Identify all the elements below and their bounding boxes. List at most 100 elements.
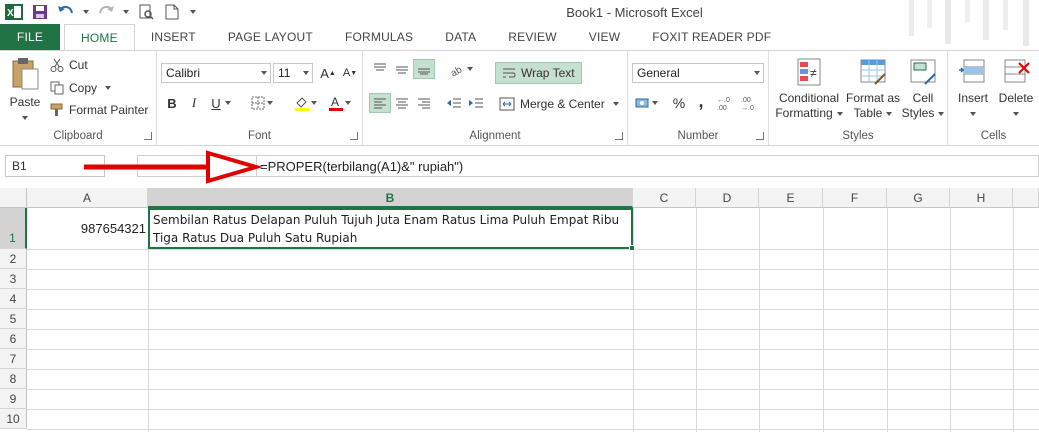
wrap-text-button[interactable]: Wrap Text xyxy=(495,62,582,84)
decrease-font-size-icon[interactable]: A ▼ xyxy=(339,63,361,83)
cell-styles-button[interactable]: Cell Styles xyxy=(901,57,945,121)
column-header-i[interactable] xyxy=(1013,188,1039,208)
merge-center-label: Merge & Center xyxy=(520,97,605,111)
middle-align-icon[interactable] xyxy=(391,59,413,79)
row-header-7[interactable]: 7 xyxy=(0,349,27,369)
italic-button[interactable]: I xyxy=(183,93,205,113)
formula-input[interactable]: =PROPER(terbilang(A1)&" rupiah") xyxy=(252,155,1039,177)
orientation-dropdown-icon[interactable] xyxy=(465,59,475,79)
column-header-h[interactable]: H xyxy=(950,188,1013,208)
format-as-table-button[interactable]: Format as Table xyxy=(845,57,901,121)
gridline xyxy=(1013,208,1014,432)
cut-button[interactable]: Cut xyxy=(50,58,88,72)
font-size-select[interactable]: 11 xyxy=(273,63,313,83)
tab-view[interactable]: VIEW xyxy=(573,24,636,50)
paste-button[interactable]: Paste xyxy=(6,57,44,120)
scissors-icon xyxy=(50,58,64,72)
delete-cells-button[interactable]: Delete xyxy=(994,57,1038,121)
fill-handle[interactable] xyxy=(629,245,635,251)
delete-cells-label: Delete xyxy=(998,91,1034,105)
row-header-8[interactable]: 8 xyxy=(0,369,27,389)
alignment-launcher-icon[interactable] xyxy=(615,132,623,140)
svg-text:ab: ab xyxy=(449,64,464,76)
tab-data[interactable]: DATA xyxy=(429,24,492,50)
align-center-icon[interactable] xyxy=(391,93,413,113)
format-as-table-label-1: Format as xyxy=(845,91,900,105)
column-header-a[interactable]: A xyxy=(27,188,148,208)
delete-cells-dropdown-icon[interactable] xyxy=(994,106,1038,121)
percent-style-button[interactable]: % xyxy=(668,93,690,113)
conditional-formatting-label-row: Formatting xyxy=(773,106,845,121)
cells-group: Insert Delete Cells xyxy=(948,51,1039,145)
decrease-indent-icon[interactable] xyxy=(443,93,465,113)
underline-dropdown-icon[interactable] xyxy=(223,93,233,113)
row-header-10[interactable]: 10 xyxy=(0,409,27,429)
row-header-4[interactable]: 4 xyxy=(0,289,27,309)
accounting-dropdown-icon[interactable] xyxy=(650,93,660,113)
font-name-select[interactable]: Calibri xyxy=(161,63,271,83)
svg-text:≠: ≠ xyxy=(810,66,817,80)
row-header-1[interactable]: 1 xyxy=(0,208,27,249)
increase-font-size-icon[interactable]: A ▲ xyxy=(317,63,339,83)
svg-text:A: A xyxy=(331,95,339,109)
borders-dropdown-icon[interactable] xyxy=(265,93,275,113)
increase-decimal-icon[interactable]: ←.0.00 xyxy=(716,93,738,113)
format-painter-button[interactable]: Format Painter xyxy=(50,103,148,117)
row-header-3[interactable]: 3 xyxy=(0,269,27,289)
font-launcher-icon[interactable] xyxy=(350,132,358,140)
column-header-g[interactable]: G xyxy=(887,188,950,208)
merge-center-dropdown-icon[interactable] xyxy=(612,102,619,106)
column-header-d[interactable]: D xyxy=(696,188,759,208)
conditional-formatting-label-1: Conditional xyxy=(778,91,840,105)
tab-foxit-reader-pdf[interactable]: FOXIT READER PDF xyxy=(636,24,787,50)
font-color-dropdown-icon[interactable] xyxy=(343,93,353,113)
paste-icon xyxy=(12,58,39,90)
bottom-align-icon[interactable] xyxy=(413,59,435,79)
column-header-f[interactable]: F xyxy=(823,188,887,208)
column-header-e[interactable]: E xyxy=(759,188,823,208)
cell-styles-icon xyxy=(910,59,936,85)
comma-style-button[interactable]: , xyxy=(690,91,712,111)
clipboard-launcher-icon[interactable] xyxy=(144,132,152,140)
tab-file[interactable]: FILE xyxy=(0,24,60,50)
merge-center-button[interactable]: Merge & Center xyxy=(499,94,619,114)
insert-cells-button[interactable]: Insert xyxy=(952,57,994,121)
window-title: Book1 - Microsoft Excel xyxy=(566,5,703,20)
cell-b1[interactable]: Sembilan Ratus Delapan Puluh Tujuh Juta … xyxy=(148,208,633,249)
fill-color-dropdown-icon[interactable] xyxy=(309,93,319,113)
tab-review[interactable]: REVIEW xyxy=(492,24,573,50)
number-group-label: Number xyxy=(677,130,719,142)
column-header-b[interactable]: B xyxy=(148,188,633,208)
number-launcher-icon[interactable] xyxy=(756,132,764,140)
styles-group: ≠ Conditional Formatting Format as Table… xyxy=(769,51,948,145)
row-header-5[interactable]: 5 xyxy=(0,309,27,329)
cell-styles-label-1: Cell xyxy=(912,91,934,105)
insert-cells-dropdown-icon[interactable] xyxy=(952,106,994,121)
column-header-c[interactable]: C xyxy=(633,188,696,208)
row-header-2[interactable]: 2 xyxy=(0,249,27,269)
align-left-icon[interactable] xyxy=(369,93,391,113)
tab-insert[interactable]: INSERT xyxy=(135,24,212,50)
copy-dropdown-icon[interactable] xyxy=(105,86,112,90)
cell-a1[interactable]: 987654321 xyxy=(27,208,148,249)
alignment-group-label: Alignment xyxy=(469,130,521,142)
tab-formulas[interactable]: FORMULAS xyxy=(329,24,429,50)
bold-button[interactable]: B xyxy=(161,93,183,113)
increase-indent-icon[interactable] xyxy=(465,93,487,113)
tab-home[interactable]: HOME xyxy=(64,24,135,51)
worksheet-grid[interactable]: A B C D E F G H 1 2 3 4 5 6 7 8 9 10 987… xyxy=(0,188,1039,432)
align-right-icon[interactable] xyxy=(413,93,435,113)
top-align-icon[interactable] xyxy=(369,59,391,79)
number-format-select[interactable]: General xyxy=(632,63,764,83)
title-bar: X Book1 - Microsoft Excel xyxy=(0,0,1039,46)
tab-page-layout[interactable]: PAGE LAYOUT xyxy=(212,24,329,50)
gridline xyxy=(887,208,888,432)
conditional-formatting-button[interactable]: ≠ Conditional Formatting xyxy=(773,57,845,121)
row-header-9[interactable]: 9 xyxy=(0,389,27,409)
select-all-corner[interactable] xyxy=(0,188,27,208)
copy-button[interactable]: Copy xyxy=(50,81,112,95)
row-header-6[interactable]: 6 xyxy=(0,329,27,349)
cell-styles-label-2: Styles xyxy=(901,106,935,120)
decrease-decimal-icon[interactable]: .00 →.0 xyxy=(740,93,762,113)
paste-dropdown-icon[interactable] xyxy=(6,110,44,120)
